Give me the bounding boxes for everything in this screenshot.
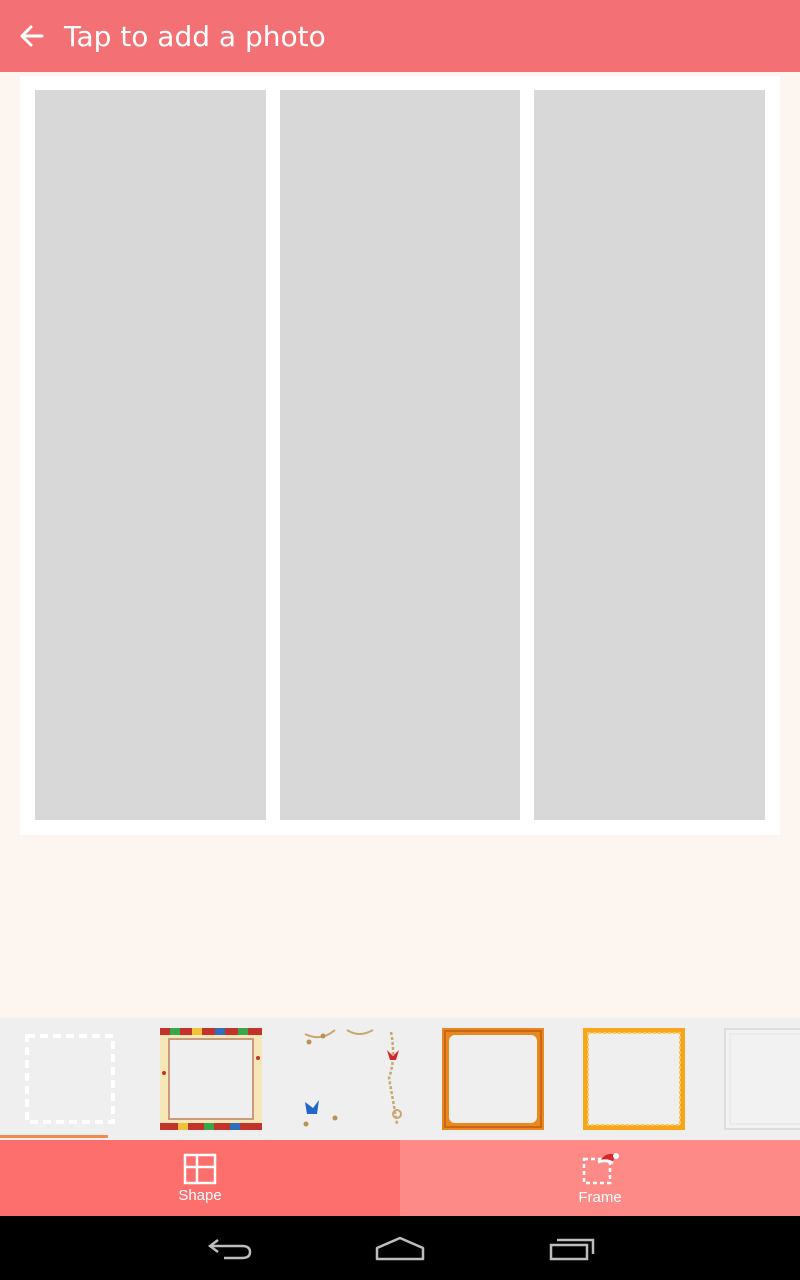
- photo-slot-2[interactable]: [280, 90, 520, 820]
- collage-board: [20, 76, 780, 835]
- bottom-tab-bar: Shape Frame: [0, 1140, 800, 1216]
- page-title: Tap to add a photo: [64, 19, 326, 53]
- tab-frame[interactable]: Frame: [400, 1140, 800, 1216]
- system-recents-button[interactable]: [541, 1230, 601, 1266]
- system-back-button[interactable]: [200, 1230, 260, 1266]
- back-button[interactable]: [0, 0, 64, 72]
- tab-shape-label: Shape: [178, 1186, 222, 1204]
- frame-option-gray[interactable]: [724, 1028, 800, 1130]
- back-icon: [207, 1239, 252, 1260]
- recents-icon: [549, 1238, 595, 1261]
- tab-frame-label: Frame: [578, 1188, 622, 1206]
- grid-icon: [183, 1153, 217, 1184]
- collage-canvas-area: [0, 72, 800, 1018]
- selected-indicator: [0, 1135, 108, 1138]
- frame-option-none[interactable]: [19, 1028, 121, 1130]
- wavy-orange-frame-icon: [583, 1028, 685, 1130]
- frame-option-ribbon-chain[interactable]: [301, 1028, 403, 1130]
- frame-option-orange[interactable]: [442, 1028, 544, 1130]
- tab-shape[interactable]: Shape: [0, 1140, 400, 1216]
- gray-frame-icon: [724, 1028, 800, 1130]
- ribbon-chain-frame-icon: [303, 1029, 402, 1127]
- system-navigation-bar: [0, 1216, 800, 1280]
- orange-frame-icon: [442, 1028, 544, 1130]
- arrow-left-icon: [20, 25, 44, 47]
- frame-option-wavy-orange[interactable]: [583, 1028, 685, 1130]
- home-icon: [375, 1236, 425, 1261]
- photo-slot-3[interactable]: [534, 90, 765, 820]
- frame-options-strip[interactable]: [0, 1018, 800, 1140]
- system-home-button[interactable]: [370, 1230, 430, 1266]
- photo-slot-1[interactable]: [35, 90, 266, 820]
- santa-hat-frame-icon: [582, 1152, 619, 1184]
- dashed-square-icon: [25, 1034, 115, 1124]
- colorful-frame-icon: [160, 1028, 262, 1130]
- app-bar: Tap to add a photo: [0, 0, 800, 72]
- frame-option-colorful[interactable]: [160, 1028, 262, 1130]
